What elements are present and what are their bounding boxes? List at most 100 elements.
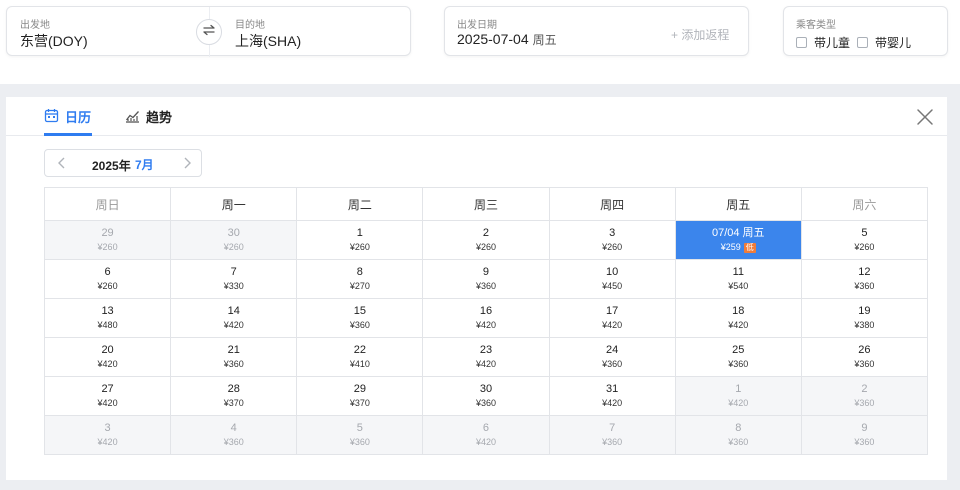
day-price-line: ¥259 低 — [721, 241, 756, 253]
day-label: 2 — [482, 227, 490, 239]
day-price: ¥370 — [349, 398, 370, 408]
calendar-day-cell[interactable]: 28 ¥370 — [171, 377, 298, 416]
tab-calendar[interactable]: 日历 — [44, 107, 91, 126]
tab-trend[interactable]: 趋势 — [125, 107, 172, 126]
calendar-day-cell[interactable]: 4 ¥360 — [171, 416, 298, 455]
day-price: ¥260 — [854, 242, 875, 252]
calendar-day-cell[interactable]: 29 ¥260 — [45, 221, 172, 260]
calendar-day-cell[interactable]: 8 ¥270 — [297, 260, 424, 299]
calendar-day-cell[interactable]: 2 ¥360 — [801, 377, 928, 416]
day-price: ¥420 — [475, 320, 496, 330]
tab-trend-label: 趋势 — [146, 110, 173, 125]
calendar-day-cell[interactable]: 18 ¥420 — [675, 299, 802, 338]
day-price: ¥420 — [97, 437, 118, 447]
day-price-line: ¥360 — [224, 358, 244, 370]
calendar-day-cell[interactable]: 10 ¥450 — [549, 260, 676, 299]
day-price-line: ¥260 — [350, 241, 370, 253]
day-label: 29 — [101, 227, 114, 239]
calendar-day-cell[interactable]: 16 ¥420 — [423, 299, 550, 338]
calendar-day-cell[interactable]: 7 ¥330 — [171, 260, 298, 299]
day-price-line: ¥480 — [98, 319, 118, 331]
calendar-day-cell[interactable]: 6 ¥260 — [45, 260, 172, 299]
calendar-day-cell[interactable]: 31 ¥420 — [549, 377, 676, 416]
day-price-line: ¥260 — [602, 241, 622, 253]
day-label: 7 — [609, 422, 616, 434]
weekday-header: 周四 — [549, 188, 676, 221]
day-label: 8 — [735, 422, 742, 434]
calendar-day-cell[interactable]: 17 ¥420 — [549, 299, 676, 338]
date-weekday: 周五 — [532, 33, 557, 47]
calendar-day-cell-selected[interactable]: 07/04 周五 ¥259 低 — [675, 221, 802, 260]
day-price-line: ¥360 — [602, 358, 622, 370]
day-price-line: ¥420 — [728, 319, 748, 331]
calendar-day-cell[interactable]: 3 ¥420 — [45, 416, 172, 455]
calendar-day-cell[interactable]: 6 ¥420 — [423, 416, 550, 455]
day-price-line: ¥360 — [854, 280, 874, 292]
day-label: 18 — [732, 305, 745, 317]
calendar-day-cell[interactable]: 8 ¥360 — [675, 416, 802, 455]
day-price-line: ¥420 — [98, 436, 118, 448]
day-label: 16 — [479, 305, 493, 317]
weekday-header: 周五 — [675, 188, 802, 221]
day-price: ¥360 — [728, 359, 749, 369]
calendar-day-cell[interactable]: 1 ¥420 — [675, 377, 802, 416]
calendar-day-cell[interactable]: 12 ¥360 — [801, 260, 928, 299]
calendar-day-cell[interactable]: 21 ¥360 — [171, 338, 298, 377]
calendar-day-cell[interactable]: 3 ¥260 — [549, 221, 676, 260]
calendar-day-cell[interactable]: 1 ¥260 — [297, 221, 424, 260]
calendar-day-cell[interactable]: 29 ¥370 — [297, 377, 424, 416]
prev-month-button[interactable] — [55, 156, 69, 170]
date-selector[interactable]: 出发日期 2025-07-04 周五 + 添加返程 — [444, 6, 749, 56]
calendar-day-cell[interactable]: 7 ¥360 — [549, 416, 676, 455]
calendar-day-cell[interactable]: 9 ¥360 — [423, 260, 550, 299]
calendar-day-cell[interactable]: 30 ¥360 — [423, 377, 550, 416]
calendar-day-cell[interactable]: 15 ¥360 — [297, 299, 424, 338]
calendar-day-cell[interactable]: 20 ¥420 — [45, 338, 172, 377]
day-price: ¥360 — [223, 437, 244, 447]
day-label: 25 — [732, 344, 745, 356]
day-label: 3 — [104, 422, 111, 434]
calendar-day-cell[interactable]: 2 ¥260 — [423, 221, 550, 260]
calendar-day-cell[interactable]: 5 ¥360 — [297, 416, 424, 455]
day-price-line: ¥420 — [98, 397, 118, 409]
day-label: 27 — [101, 383, 114, 395]
calendar-day-cell[interactable]: 9 ¥360 — [801, 416, 928, 455]
day-price: ¥360 — [602, 437, 623, 447]
month-selector[interactable]: 7月 — [135, 156, 154, 173]
add-return-button[interactable]: + 添加返程 — [671, 26, 729, 43]
departure-date-field[interactable]: 2025-07-04 周五 — [457, 31, 557, 48]
day-label: 3 — [609, 227, 616, 239]
calendar-day-cell[interactable]: 27 ¥420 — [45, 377, 172, 416]
calendar-day-cell[interactable]: 23 ¥420 — [423, 338, 550, 377]
swap-cities-button[interactable] — [196, 19, 222, 45]
with-child-checkbox[interactable] — [796, 37, 807, 48]
day-price: ¥480 — [97, 320, 118, 330]
with-child-option[interactable]: 带儿童 — [796, 34, 850, 51]
with-infant-checkbox[interactable] — [857, 37, 868, 48]
next-month-button[interactable] — [180, 156, 194, 170]
arrival-field[interactable]: 上海(SHA) — [235, 31, 301, 51]
calendar-day-cell[interactable]: 5 ¥260 — [801, 221, 928, 260]
calendar-week-row: 3 ¥420 4 ¥360 5 ¥360 6 ¥420 7 ¥360 8 ¥360 9 ¥360 — [45, 416, 928, 455]
calendar-day-cell[interactable]: 14 ¥420 — [171, 299, 298, 338]
calendar-day-cell[interactable]: 19 ¥380 — [801, 299, 928, 338]
day-label: 11 — [732, 266, 744, 278]
calendar-day-cell[interactable]: 26 ¥360 — [801, 338, 928, 377]
day-price: ¥420 — [602, 398, 623, 408]
lowest-price-badge: 低 — [743, 243, 756, 253]
day-price-line: ¥420 — [728, 397, 748, 409]
day-price-line: ¥450 — [602, 280, 622, 292]
view-tabs: 日历 趋势 — [6, 97, 947, 136]
day-price-line: ¥420 — [98, 358, 118, 370]
weekday-header: 周日 — [45, 188, 172, 221]
calendar-day-cell[interactable]: 30 ¥260 — [171, 221, 298, 260]
close-button[interactable] — [916, 108, 934, 126]
calendar-day-cell[interactable]: 11 ¥540 — [675, 260, 802, 299]
calendar-day-cell[interactable]: 22 ¥410 — [297, 338, 424, 377]
with-infant-option[interactable]: 带婴儿 — [857, 34, 911, 51]
calendar-day-cell[interactable]: 24 ¥360 — [549, 338, 676, 377]
departure-field[interactable]: 东营(DOY) — [20, 31, 88, 51]
calendar-day-cell[interactable]: 25 ¥360 — [675, 338, 802, 377]
day-label: 24 — [606, 344, 619, 356]
calendar-day-cell[interactable]: 13 ¥480 — [45, 299, 172, 338]
